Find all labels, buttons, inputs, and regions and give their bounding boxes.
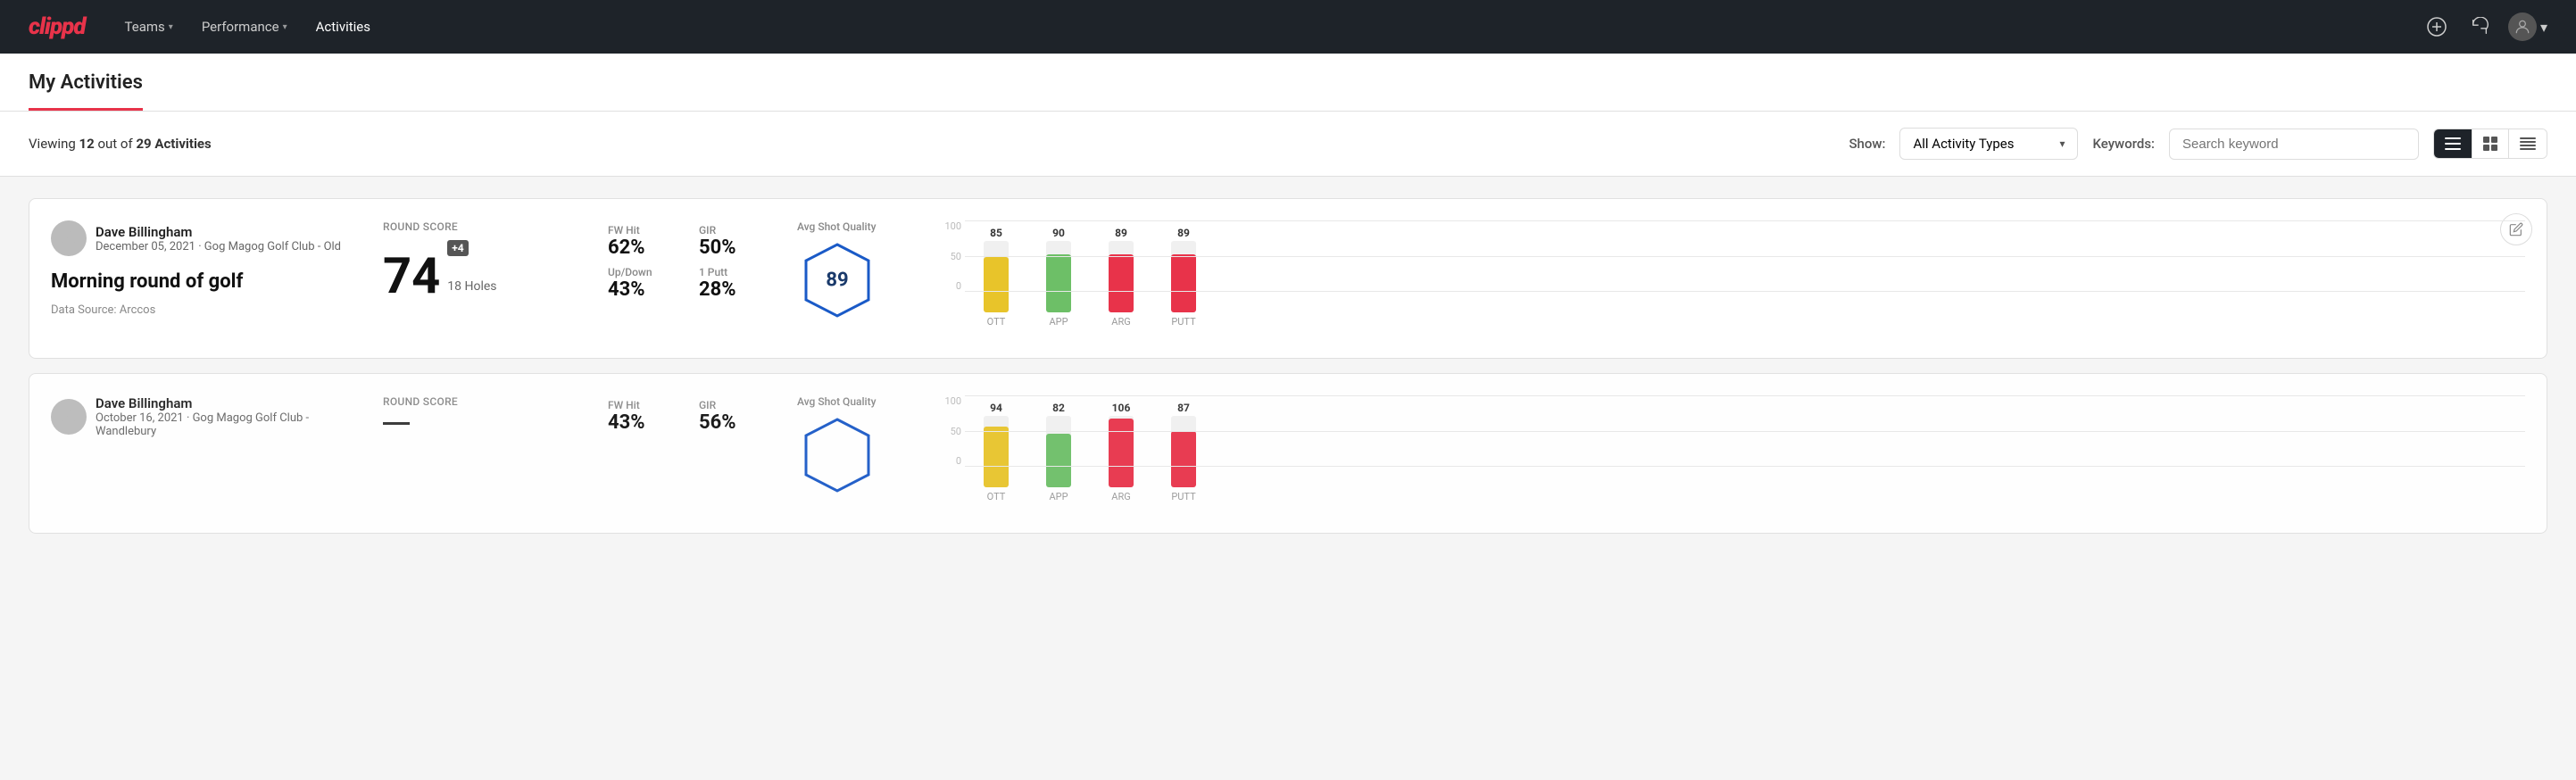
shot-quality-hexagon bbox=[797, 415, 877, 495]
bar-chart-section: 100 50 0 85 OTT 90 APP 89 ARG 89 bbox=[933, 220, 2525, 336]
keywords-label: Keywords: bbox=[2092, 136, 2155, 152]
activity-card: Dave Billingham October 16, 2021 · Gog M… bbox=[29, 373, 2547, 534]
user-info: Dave Billingham December 05, 2021 · Gog … bbox=[51, 220, 354, 256]
avg-shot-label: Avg Shot Quality bbox=[797, 220, 876, 233]
user-name: Dave Billingham bbox=[96, 395, 354, 411]
score-badge: +4 bbox=[447, 240, 468, 256]
activity-type-dropdown[interactable]: All Activity Types ▾ bbox=[1899, 128, 2078, 160]
gir-stat: GIR 50% bbox=[699, 224, 769, 259]
round-score-row: 74 +4 18 Holes bbox=[383, 240, 579, 301]
fw-hit-stat: FW Hit 43% bbox=[608, 399, 677, 434]
hex-score: 89 bbox=[826, 270, 848, 292]
avatar-chevron-icon: ▾ bbox=[2540, 19, 2547, 36]
avg-shot-label: Avg Shot Quality bbox=[797, 395, 876, 408]
nav-teams[interactable]: Teams ▾ bbox=[114, 12, 184, 42]
activity-card: Dave Billingham December 05, 2021 · Gog … bbox=[29, 198, 2547, 359]
search-input[interactable] bbox=[2169, 129, 2419, 160]
filter-bar: Viewing 12 out of 29 Activities Show: Al… bbox=[0, 112, 2576, 177]
page-header: My Activities bbox=[0, 54, 2576, 112]
user-date: December 05, 2021 · Gog Magog Golf Club … bbox=[96, 240, 341, 253]
card-left: Dave Billingham October 16, 2021 · Gog M… bbox=[51, 395, 354, 511]
filter-right: Show: All Activity Types ▾ Keywords: bbox=[1849, 128, 2547, 160]
user-info: Dave Billingham October 16, 2021 · Gog M… bbox=[51, 395, 354, 438]
viewing-text: Viewing 12 out of 29 Activities bbox=[29, 136, 212, 152]
app-logo: clippd bbox=[29, 13, 86, 40]
score-holes: 18 Holes bbox=[447, 279, 496, 294]
nav-performance[interactable]: Performance ▾ bbox=[191, 12, 298, 42]
view-toggle-grid[interactable] bbox=[2472, 129, 2509, 158]
activities-list: Dave Billingham December 05, 2021 · Gog … bbox=[0, 177, 2576, 555]
view-toggle-list-full[interactable] bbox=[2509, 129, 2547, 158]
avatar bbox=[51, 220, 87, 256]
data-source: Data Source: Arccos bbox=[51, 303, 354, 317]
round-score-label: Round Score bbox=[383, 395, 579, 408]
nav-activities[interactable]: Activities bbox=[305, 12, 381, 42]
shot-quality-hexagon: 89 bbox=[797, 240, 877, 320]
score-value: 74 bbox=[383, 251, 440, 301]
round-score-section: Round Score bbox=[383, 395, 579, 511]
page-title: My Activities bbox=[29, 54, 143, 111]
updown-stat: Up/Down 43% bbox=[608, 266, 677, 301]
gir-stat: GIR 56% bbox=[699, 399, 769, 434]
nav-links: Teams ▾ Performance ▾ Activities bbox=[114, 12, 2394, 42]
avatar bbox=[51, 399, 87, 435]
avg-shot-section: Avg Shot Quality 89 bbox=[797, 220, 904, 336]
refresh-icon[interactable] bbox=[2465, 12, 2494, 41]
side-stats: FW Hit 43% GIR 56% bbox=[608, 395, 769, 511]
user-meta: Dave Billingham December 05, 2021 · Gog … bbox=[96, 224, 341, 253]
teams-chevron-icon: ▾ bbox=[169, 22, 173, 32]
performance-chevron-icon: ▾ bbox=[283, 22, 287, 32]
user-date: October 16, 2021 · Gog Magog Golf Club -… bbox=[96, 411, 354, 438]
view-toggle-list-compact[interactable] bbox=[2434, 129, 2472, 158]
nav-right: ▾ bbox=[2422, 12, 2547, 41]
user-meta: Dave Billingham October 16, 2021 · Gog M… bbox=[96, 395, 354, 438]
dropdown-chevron-icon: ▾ bbox=[2059, 137, 2065, 150]
one-putt-stat: 1 Putt 28% bbox=[699, 266, 769, 301]
round-score-label: Round Score bbox=[383, 220, 579, 233]
user-avatar-btn[interactable]: ▾ bbox=[2508, 12, 2547, 41]
avatar bbox=[2508, 12, 2537, 41]
score-divider bbox=[383, 422, 410, 425]
bar-chart-section: 100 50 0 94 OTT 82 APP 106 ARG 87 bbox=[933, 395, 2525, 511]
card-left: Dave Billingham December 05, 2021 · Gog … bbox=[51, 220, 354, 336]
round-score-section: Round Score 74 +4 18 Holes bbox=[383, 220, 579, 336]
navbar: clippd Teams ▾ Performance ▾ Activities bbox=[0, 0, 2576, 54]
view-toggles bbox=[2433, 129, 2547, 159]
show-label: Show: bbox=[1849, 136, 1885, 152]
add-icon[interactable] bbox=[2422, 12, 2451, 41]
activity-title: Morning round of golf bbox=[51, 270, 354, 293]
avg-shot-section: Avg Shot Quality bbox=[797, 395, 904, 511]
fw-hit-stat: FW Hit 62% bbox=[608, 224, 677, 259]
side-stats: FW Hit 62% GIR 50% Up/Down 43% 1 Putt 28… bbox=[608, 220, 769, 336]
user-name: Dave Billingham bbox=[96, 224, 341, 240]
